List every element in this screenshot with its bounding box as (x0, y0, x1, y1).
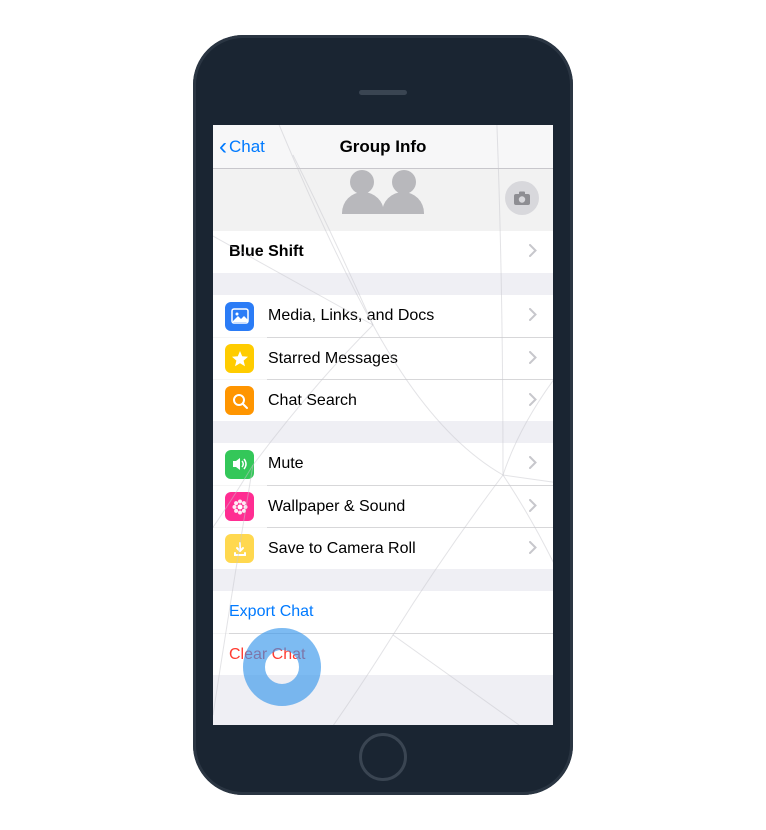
cell-label: Chat Search (268, 392, 529, 410)
cell-label: Starred Messages (268, 350, 529, 368)
cell-label: Export Chat (229, 603, 537, 621)
phone-frame: ‹ Chat Group Info Blue Shif (193, 35, 573, 795)
clear-chat-cell[interactable]: Clear Chat (213, 633, 553, 675)
chevron-right-icon (529, 499, 537, 515)
group-name-section: Blue Shift (213, 231, 553, 273)
mute-cell[interactable]: Mute (213, 443, 553, 485)
chevron-right-icon (529, 351, 537, 367)
cell-label: Media, Links, and Docs (268, 307, 529, 325)
screen: ‹ Chat Group Info Blue Shif (213, 125, 553, 725)
photo-icon (225, 302, 254, 331)
download-icon (225, 534, 254, 563)
actions-section: Export Chat Clear Chat (213, 591, 553, 675)
chevron-right-icon (529, 393, 537, 409)
search-icon (225, 386, 254, 415)
media-section: Media, Links, and Docs Starred Messages … (213, 295, 553, 421)
flower-icon (225, 492, 254, 521)
star-icon (225, 344, 254, 373)
chat-search-cell[interactable]: Chat Search (213, 379, 553, 421)
chevron-right-icon (529, 541, 537, 557)
home-button[interactable] (359, 733, 407, 781)
chevron-right-icon (529, 244, 537, 260)
group-avatar-section (213, 169, 553, 231)
cell-label: Save to Camera Roll (268, 540, 529, 558)
media-links-docs-cell[interactable]: Media, Links, and Docs (213, 295, 553, 337)
save-camera-roll-cell[interactable]: Save to Camera Roll (213, 527, 553, 569)
chevron-right-icon (529, 456, 537, 472)
cell-label: Mute (268, 455, 529, 473)
group-name-cell[interactable]: Blue Shift (213, 231, 553, 273)
speaker-icon (225, 450, 254, 479)
starred-messages-cell[interactable]: Starred Messages (213, 337, 553, 379)
cell-label: Clear Chat (229, 646, 537, 664)
cell-label: Wallpaper & Sound (268, 498, 529, 516)
chevron-right-icon (529, 308, 537, 324)
group-avatar-icon (347, 178, 419, 214)
settings-section: Mute Wallpaper & Sound Save to Camera Ro… (213, 443, 553, 569)
back-button[interactable]: ‹ Chat (213, 135, 265, 159)
phone-speaker (359, 90, 407, 95)
group-name-label: Blue Shift (229, 243, 529, 261)
camera-button[interactable] (505, 181, 539, 215)
navbar: ‹ Chat Group Info (213, 125, 553, 169)
page-title: Group Info (340, 137, 427, 157)
camera-icon (513, 191, 531, 205)
export-chat-cell[interactable]: Export Chat (213, 591, 553, 633)
chevron-left-icon: ‹ (219, 135, 227, 159)
back-label: Chat (229, 137, 265, 157)
wallpaper-sound-cell[interactable]: Wallpaper & Sound (213, 485, 553, 527)
